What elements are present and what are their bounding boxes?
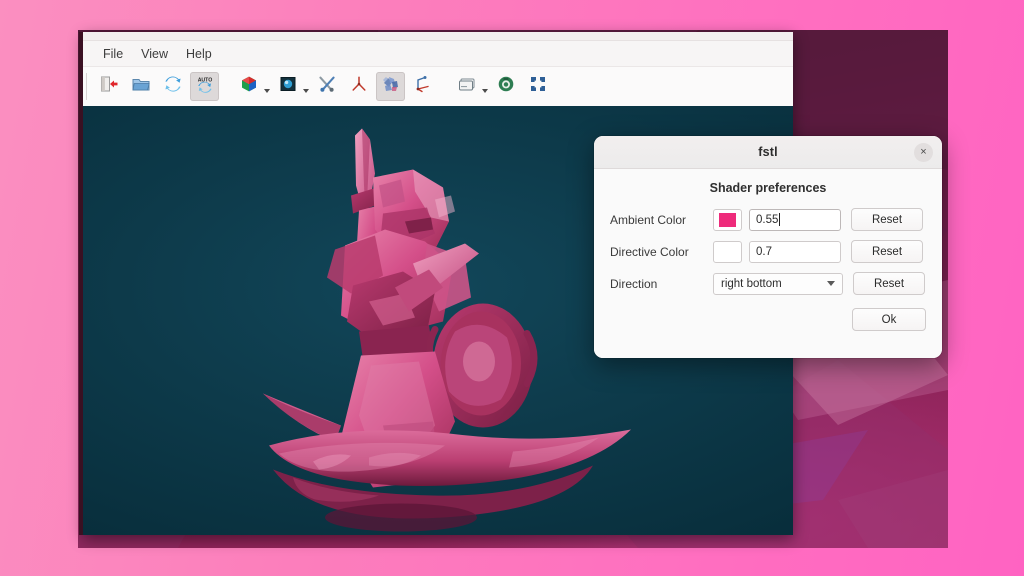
axes-icon bbox=[349, 74, 369, 99]
direction-select[interactable]: right bottom bbox=[713, 273, 843, 295]
directive-color-value: 0.7 bbox=[756, 246, 772, 258]
fullscreen-button[interactable] bbox=[523, 72, 552, 101]
menu-file[interactable]: File bbox=[94, 45, 132, 63]
screenshot-button[interactable] bbox=[491, 72, 520, 101]
ambient-color-label: Ambient Color bbox=[610, 213, 713, 227]
shader-preferences-dialog: fstl × Shader preferences Ambient Color … bbox=[594, 136, 942, 358]
ambient-color-reset-button[interactable]: Reset bbox=[851, 208, 923, 231]
reload-button[interactable] bbox=[158, 72, 187, 101]
reload-icon bbox=[163, 74, 183, 99]
directive-color-reset-button[interactable]: Reset bbox=[851, 240, 923, 263]
invert-zoom-icon bbox=[381, 74, 401, 99]
dialog-titlebar: fstl × bbox=[594, 136, 942, 169]
invert-zoom-button[interactable] bbox=[376, 72, 405, 101]
background-color-button[interactable] bbox=[273, 72, 302, 101]
directive-color-swatch[interactable] bbox=[713, 241, 742, 263]
dialog-body: Shader preferences Ambient Color 0.55 Re… bbox=[594, 169, 942, 358]
views-icon bbox=[457, 74, 477, 99]
draw-axes-button[interactable] bbox=[344, 72, 373, 101]
ambient-color-value: 0.55 bbox=[756, 214, 778, 226]
mesh-color-caret-icon[interactable] bbox=[264, 89, 270, 93]
views-caret-icon[interactable] bbox=[482, 89, 488, 93]
ambient-color-swatch[interactable] bbox=[713, 209, 742, 231]
background-color-control[interactable] bbox=[273, 72, 309, 101]
window-titlebar-strip bbox=[83, 32, 793, 41]
ambient-color-row: Ambient Color 0.55 Reset bbox=[610, 208, 926, 231]
mesh-color-control[interactable] bbox=[234, 72, 270, 101]
open-folder-button[interactable] bbox=[126, 72, 155, 101]
screenshot-icon bbox=[496, 74, 516, 99]
directive-color-row: Directive Color 0.7 Reset bbox=[610, 240, 926, 263]
menubar: File View Help bbox=[83, 41, 793, 66]
menu-view[interactable]: View bbox=[132, 45, 177, 63]
directive-color-label: Directive Color bbox=[610, 245, 713, 259]
auto-reload-button[interactable]: AUTO bbox=[190, 72, 219, 101]
views-control[interactable] bbox=[452, 72, 488, 101]
close-icon[interactable]: × bbox=[914, 143, 933, 162]
shader-options-button[interactable] bbox=[312, 72, 341, 101]
toolbar: AUTO bbox=[83, 66, 793, 106]
direction-label: Direction bbox=[610, 277, 713, 291]
open-folder-icon bbox=[131, 74, 151, 99]
perspective-icon bbox=[413, 74, 433, 99]
direction-selected-value: right bottom bbox=[721, 278, 782, 290]
svg-text:AUTO: AUTO bbox=[197, 77, 212, 83]
mesh-color-button[interactable] bbox=[234, 72, 263, 101]
ambient-color-fill bbox=[719, 213, 736, 227]
projection-button[interactable] bbox=[408, 72, 437, 101]
open-recent-button[interactable] bbox=[94, 72, 123, 101]
auto-reload-icon: AUTO bbox=[195, 74, 215, 99]
mesh-color-icon bbox=[239, 74, 259, 99]
background-color-caret-icon[interactable] bbox=[303, 89, 309, 93]
shader-tools-icon bbox=[317, 74, 337, 99]
directive-color-input[interactable]: 0.7 bbox=[749, 241, 841, 263]
fullscreen-icon bbox=[528, 74, 548, 99]
open-recent-icon bbox=[99, 74, 119, 99]
menu-help[interactable]: Help bbox=[177, 45, 221, 63]
direction-reset-button[interactable]: Reset bbox=[853, 272, 925, 295]
chevron-down-icon bbox=[827, 281, 835, 286]
ok-button[interactable]: Ok bbox=[852, 308, 926, 331]
dialog-title: fstl bbox=[758, 145, 778, 159]
directive-color-fill bbox=[719, 245, 736, 259]
direction-row: Direction right bottom Reset bbox=[610, 272, 926, 295]
background-color-icon bbox=[278, 74, 298, 99]
text-cursor bbox=[779, 213, 780, 226]
views-button[interactable] bbox=[452, 72, 481, 101]
dialog-heading: Shader preferences bbox=[610, 181, 926, 195]
dialog-actions: Ok bbox=[610, 308, 926, 331]
ambient-color-input[interactable]: 0.55 bbox=[749, 209, 841, 231]
